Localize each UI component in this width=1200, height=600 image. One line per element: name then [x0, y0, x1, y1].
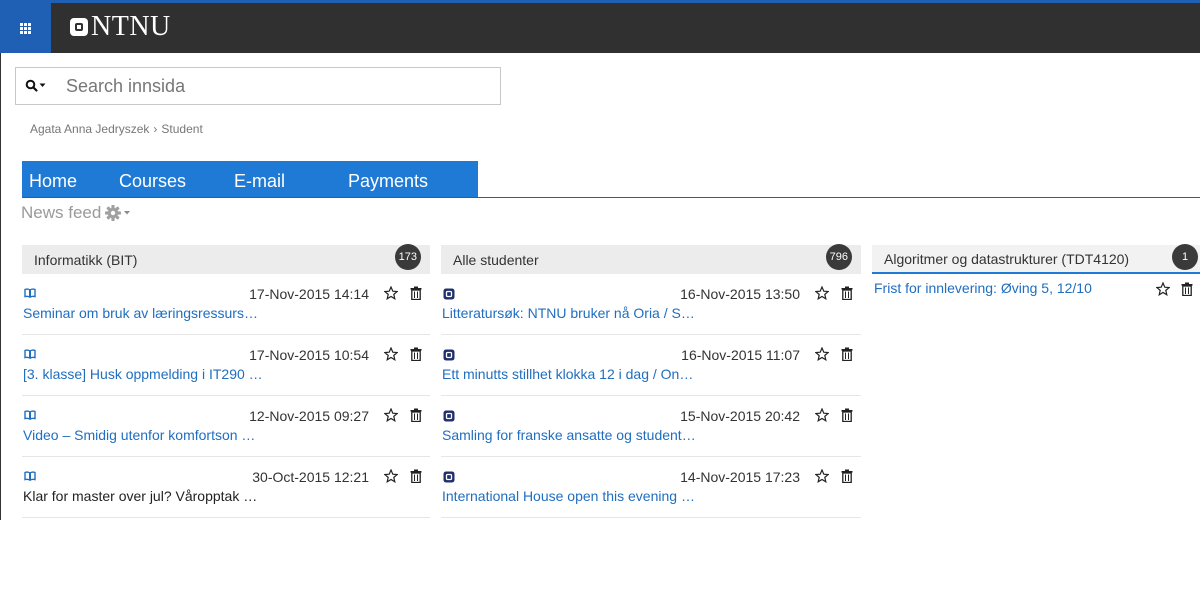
count-badge: 1	[1172, 244, 1198, 270]
star-icon[interactable]	[815, 408, 829, 422]
feed-item: 16-Nov-2015 13:50 Litteratursøk: NTNU br…	[441, 274, 861, 335]
breadcrumb-separator-icon: ›	[153, 122, 158, 136]
count-badge: 173	[394, 244, 421, 270]
book-icon	[24, 471, 36, 481]
feed-column-algoritmer: Algoritmer og datastrukturer (TDT4120) 1…	[872, 244, 1200, 298]
item-title-link[interactable]: International House open this evening …	[442, 488, 853, 504]
trash-icon[interactable]	[410, 347, 422, 361]
feed-item: 30-Oct-2015 12:21 Klar for master over j…	[22, 457, 430, 518]
star-icon[interactable]	[384, 469, 398, 483]
item-title-link[interactable]: Ett minutts stillhet klokka 12 i dag / O…	[442, 366, 853, 382]
breadcrumb-user[interactable]: Agata Anna Jedryszek	[30, 122, 149, 136]
item-title-link[interactable]: Frist for innlevering: Øving 5, 12/10	[874, 280, 1152, 296]
feed-column-alle-studenter: Alle studenter 796 16-Nov-2015 13:50 Lit…	[441, 244, 861, 518]
trash-icon[interactable]	[1181, 282, 1193, 296]
news-feed-settings[interactable]: News feed	[21, 203, 132, 223]
breadcrumb-role[interactable]: Student	[161, 122, 202, 136]
tab-payments[interactable]: Payments	[348, 161, 428, 198]
top-bar: NTNU	[0, 0, 1200, 53]
item-date: 12-Nov-2015 09:27	[249, 408, 369, 424]
trash-icon[interactable]	[410, 408, 422, 422]
ntnu-logo-icon	[443, 471, 455, 483]
search-input[interactable]	[56, 68, 500, 104]
star-icon[interactable]	[1156, 282, 1170, 296]
ntnu-logo-icon	[443, 349, 455, 361]
feed-item: 17-Nov-2015 14:14 Seminar om bruk av lær…	[22, 274, 430, 335]
breadcrumb: Agata Anna Jedryszek › Student	[30, 122, 203, 136]
item-date: 16-Nov-2015 13:50	[680, 286, 800, 302]
gear-icon	[105, 205, 131, 221]
item-title-link[interactable]: Samling for franske ansatte og student…	[442, 427, 853, 443]
tab-email[interactable]: E-mail	[234, 161, 285, 198]
feed-item: 12-Nov-2015 09:27 Video – Smidig utenfor…	[22, 396, 430, 457]
ntnu-logo-icon	[443, 410, 455, 422]
book-icon	[24, 349, 36, 359]
feed-column-informatikk: Informatikk (BIT) 173 17-Nov-2015 14:14 …	[22, 244, 430, 518]
tab-home[interactable]: Home	[29, 161, 77, 198]
star-icon[interactable]	[384, 408, 398, 422]
column-header[interactable]: Informatikk (BIT) 173	[22, 244, 430, 274]
search-scope-dropdown[interactable]	[16, 68, 56, 104]
star-icon[interactable]	[384, 286, 398, 300]
column-title: Algoritmer og datastrukturer (TDT4120)	[884, 250, 1130, 267]
column-title: Alle studenter	[453, 251, 539, 268]
star-icon[interactable]	[815, 347, 829, 361]
book-icon	[24, 288, 36, 298]
trash-icon[interactable]	[841, 286, 853, 300]
item-title-link[interactable]: Litteratursøk: NTNU bruker nå Oria / S…	[442, 305, 853, 321]
item-title-link[interactable]: [3. klasse] Husk oppmelding i IT290 …	[23, 366, 422, 382]
trash-icon[interactable]	[841, 408, 853, 422]
item-title-link[interactable]: Klar for master over jul? Våropptak …	[23, 488, 422, 504]
trash-icon[interactable]	[841, 347, 853, 361]
item-title-link[interactable]: Video – Smidig utenfor komfortson …	[23, 427, 422, 443]
item-date: 15-Nov-2015 20:42	[680, 408, 800, 424]
apps-menu-button[interactable]	[0, 3, 51, 53]
news-feed-label: News feed	[21, 203, 102, 222]
column-header[interactable]: Algoritmer og datastrukturer (TDT4120) 1	[872, 244, 1200, 274]
trash-icon[interactable]	[410, 469, 422, 483]
feed-item: 17-Nov-2015 10:54 [3. klasse] Husk oppme…	[22, 335, 430, 396]
item-title-link[interactable]: Seminar om bruk av læringsressurs…	[23, 305, 422, 321]
item-date: 30-Oct-2015 12:21	[252, 469, 369, 485]
nav-underline	[22, 197, 1200, 198]
item-date: 17-Nov-2015 10:54	[249, 347, 369, 363]
star-icon[interactable]	[815, 286, 829, 300]
item-date: 17-Nov-2015 14:14	[249, 286, 369, 302]
column-title: Informatikk (BIT)	[34, 251, 138, 268]
trash-icon[interactable]	[841, 469, 853, 483]
feed-item: 16-Nov-2015 11:07 Ett minutts stillhet k…	[441, 335, 861, 396]
ntnu-logo[interactable]: NTNU	[70, 11, 171, 43]
grid-icon	[20, 22, 31, 34]
ntnu-logo-icon	[443, 288, 455, 300]
ntnu-logo-icon	[70, 18, 88, 36]
search-bar	[15, 67, 501, 105]
book-icon	[24, 410, 36, 420]
item-date: 14-Nov-2015 17:23	[680, 469, 800, 485]
tab-courses[interactable]: Courses	[119, 161, 186, 198]
star-icon[interactable]	[815, 469, 829, 483]
trash-icon[interactable]	[410, 286, 422, 300]
column-header[interactable]: Alle studenter 796	[441, 244, 861, 274]
chevron-down-icon	[124, 211, 131, 215]
feed-item: 14-Nov-2015 17:23 International House op…	[441, 457, 861, 518]
page-edge-divider	[0, 53, 1, 520]
star-icon[interactable]	[384, 347, 398, 361]
count-badge: 796	[825, 244, 852, 270]
item-date: 16-Nov-2015 11:07	[681, 347, 800, 363]
feed-item: Frist for innlevering: Øving 5, 12/10	[872, 274, 1200, 298]
feed-item: 15-Nov-2015 20:42 Samling for franske an…	[441, 396, 861, 457]
brand-name: NTNU	[91, 11, 171, 42]
search-icon	[25, 79, 46, 92]
main-nav: Home Courses E-mail Payments	[22, 161, 478, 198]
